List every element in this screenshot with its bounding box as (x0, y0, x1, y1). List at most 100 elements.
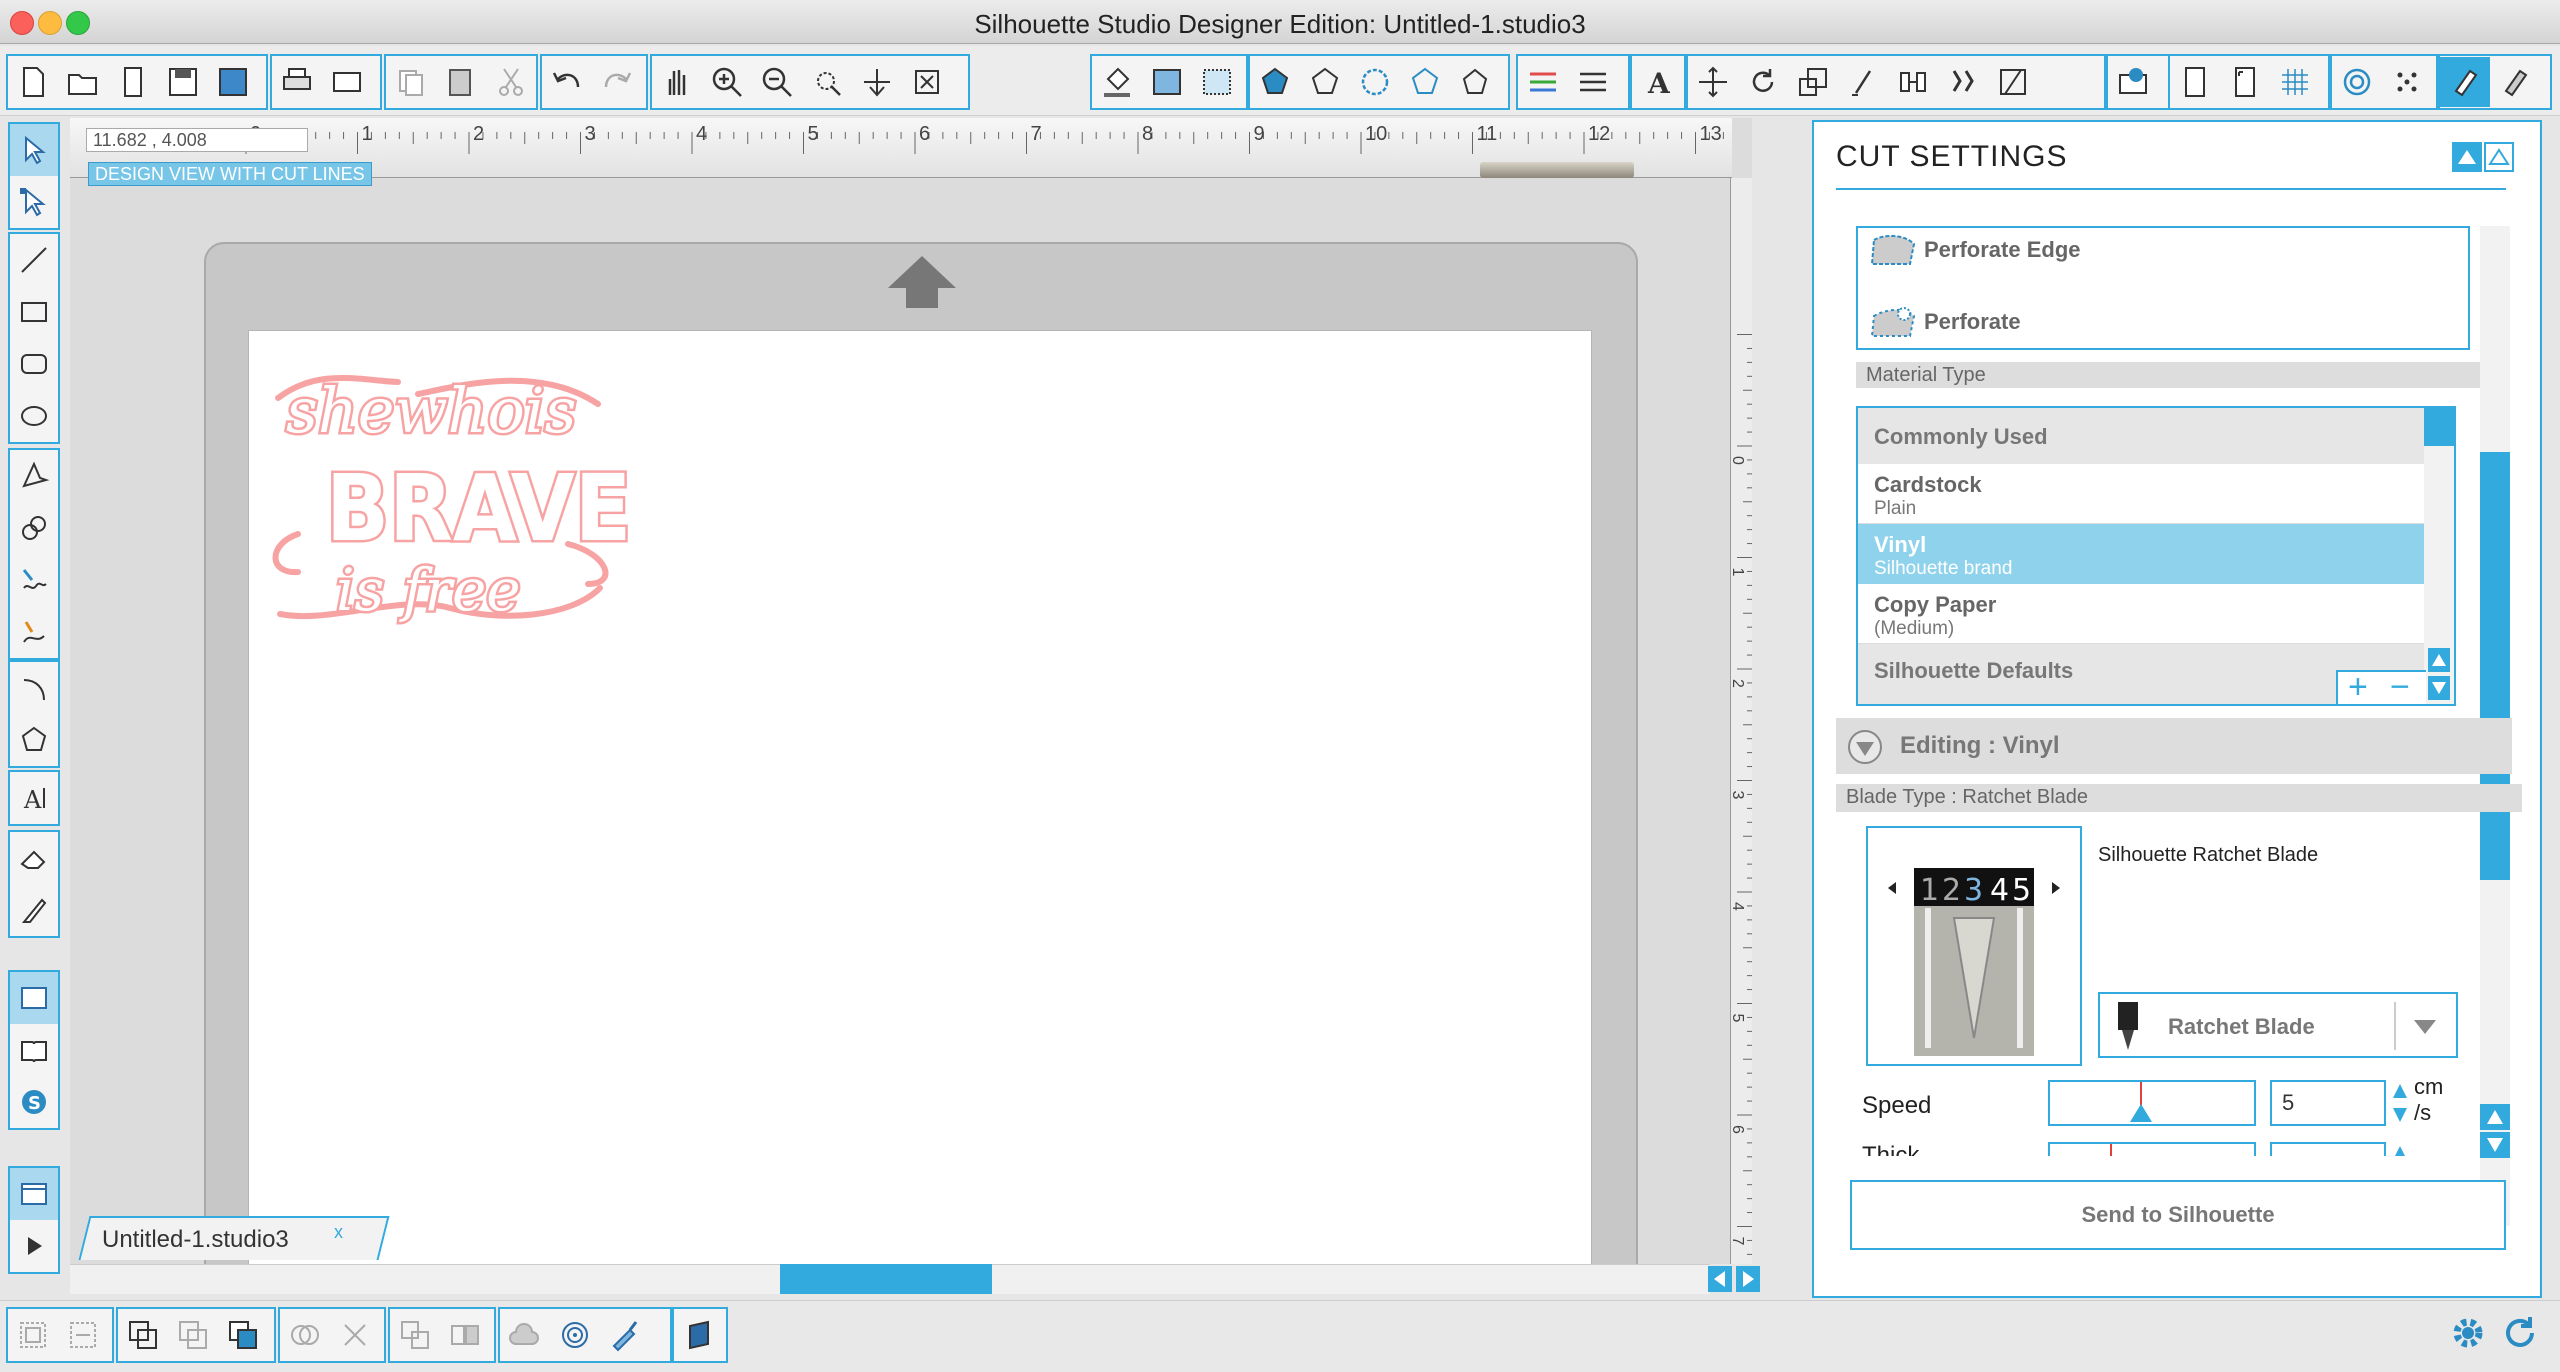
collapse-editing-icon[interactable] (1846, 728, 1884, 766)
draw-arc-icon[interactable] (10, 662, 58, 714)
eraser-icon[interactable] (10, 832, 58, 884)
cut-style-perforate[interactable]: Perforate (1868, 300, 2021, 344)
release-compound-icon[interactable] (168, 1310, 218, 1360)
open-card-icon[interactable] (108, 57, 158, 107)
settings-gear-icon[interactable] (2448, 1313, 2488, 1353)
line-style-icon[interactable] (1300, 57, 1350, 107)
modify-icon[interactable] (1988, 57, 2038, 107)
draw-curve-icon[interactable] (10, 502, 58, 554)
mirror-icon[interactable] (440, 1310, 490, 1360)
cut-style-perforate-edge[interactable]: Perforate Edge (1868, 228, 2081, 272)
registration-marks-icon[interactable] (2220, 57, 2270, 107)
sync-icon[interactable] (2500, 1313, 2540, 1353)
panel-collapse-icon[interactable] (2452, 142, 2482, 172)
library-book-icon[interactable] (10, 1024, 58, 1076)
panel-detach-icon[interactable] (2484, 142, 2514, 172)
design-canvas[interactable]: 012345678910111213 11.682 , 4.008 DESIGN… (70, 118, 1752, 1264)
shear-icon[interactable] (1838, 57, 1888, 107)
duplicate-icon[interactable] (390, 1310, 440, 1360)
design-artwork[interactable]: shewhois BRAVE is free (268, 354, 634, 654)
sketch-icon[interactable] (1450, 57, 1500, 107)
weld-icon[interactable] (280, 1310, 330, 1360)
undo-icon[interactable] (542, 57, 592, 107)
scale-icon[interactable] (1788, 57, 1838, 107)
zoom-out-icon[interactable] (752, 57, 802, 107)
add-material-button[interactable]: + (2348, 668, 2368, 704)
knife-icon[interactable] (10, 884, 58, 936)
silhouette-store-icon[interactable]: S (10, 1076, 58, 1128)
save-to-library-icon[interactable] (208, 57, 258, 107)
delete-icon[interactable] (330, 1310, 380, 1360)
speed-input[interactable]: 5 (2270, 1080, 2386, 1126)
document-tab-close[interactable]: x (334, 1222, 343, 1243)
drag-zoom-icon[interactable] (852, 57, 902, 107)
material-scroll-down[interactable] (2428, 676, 2450, 700)
grid-icon[interactable] (2270, 57, 2320, 107)
text-style-icon[interactable]: A (1632, 57, 1682, 107)
cut-settings-icon[interactable] (2490, 57, 2540, 107)
panel-scroll-up-button[interactable] (2480, 1104, 2510, 1130)
trace-brush-icon[interactable] (600, 1310, 650, 1360)
scroll-right-button[interactable] (1736, 1266, 1760, 1292)
draw-ellipse-icon[interactable] (10, 390, 58, 442)
offset-icon[interactable] (1350, 57, 1400, 107)
material-scroll-up[interactable] (2428, 648, 2450, 672)
make-compound-icon[interactable] (118, 1310, 168, 1360)
draw-line-icon[interactable] (10, 234, 58, 286)
page-setup-icon[interactable] (2170, 57, 2220, 107)
panel-scroll-down-button[interactable] (2480, 1132, 2510, 1158)
ungroup-icon[interactable] (58, 1310, 108, 1360)
layers-icon[interactable] (674, 1310, 724, 1360)
play-icon[interactable] (10, 1220, 58, 1272)
send-to-silhouette-tab-icon[interactable] (2440, 57, 2490, 107)
pixscan-icon[interactable] (2382, 57, 2432, 107)
material-item-copy-paper[interactable]: Copy Paper (Medium) (1858, 584, 2424, 644)
horizontal-scroll-thumb[interactable] (780, 1264, 992, 1294)
paste-icon[interactable] (436, 57, 486, 107)
save-icon[interactable] (158, 57, 208, 107)
send-to-silhouette-button[interactable]: Send to Silhouette (1850, 1180, 2506, 1250)
material-item-vinyl[interactable]: Vinyl Silhouette brand (1858, 524, 2424, 584)
text-style-lines-icon[interactable] (1568, 57, 1618, 107)
panel-scroll-thumb[interactable] (2480, 452, 2510, 880)
redo-icon[interactable] (592, 57, 642, 107)
fill-pattern-icon[interactable] (1192, 57, 1242, 107)
fill-color-icon[interactable] (1092, 57, 1142, 107)
remove-material-button[interactable]: − (2390, 668, 2410, 704)
draw-rounded-rectangle-icon[interactable] (10, 338, 58, 390)
draw-rectangle-icon[interactable] (10, 286, 58, 338)
pan-hand-icon[interactable] (652, 57, 702, 107)
library-icon[interactable] (2108, 57, 2158, 107)
print-icon[interactable] (272, 57, 322, 107)
rotate-icon[interactable] (1738, 57, 1788, 107)
blade-select[interactable]: Ratchet Blade (2098, 992, 2458, 1058)
align-icon[interactable] (1888, 57, 1938, 107)
fit-to-page-icon[interactable] (902, 57, 952, 107)
material-scroll-thumb[interactable] (2424, 408, 2454, 446)
arrange-front-icon[interactable] (218, 1310, 268, 1360)
offset-target-icon[interactable] (550, 1310, 600, 1360)
thickness-input[interactable]: 10 (2270, 1142, 2386, 1156)
edit-points-icon[interactable] (10, 176, 58, 228)
print-and-cut-icon[interactable] (322, 57, 372, 107)
smooth-freehand-icon[interactable] (10, 606, 58, 658)
thickness-stepper[interactable] (2390, 1142, 2410, 1156)
editing-header[interactable]: Editing : Vinyl (1836, 718, 2512, 774)
trace-icon[interactable] (1400, 57, 1450, 107)
cut-scissors-icon[interactable] (486, 57, 536, 107)
select-arrow-icon[interactable] (10, 124, 58, 176)
scroll-left-button[interactable] (1708, 1266, 1732, 1292)
line-color-icon[interactable] (1250, 57, 1300, 107)
cloud-icon[interactable] (500, 1310, 550, 1360)
design-page-icon[interactable] (10, 972, 58, 1024)
design-view-icon[interactable] (10, 1168, 58, 1220)
replicate-icon[interactable] (1938, 57, 1988, 107)
line-types-icon[interactable] (1518, 57, 1568, 107)
speed-slider-thumb[interactable] (2128, 1102, 2154, 1124)
text-tool-icon[interactable]: A (10, 772, 58, 824)
speed-stepper[interactable] (2390, 1080, 2410, 1126)
speed-slider[interactable] (2048, 1080, 2256, 1126)
zoom-in-icon[interactable] (702, 57, 752, 107)
move-icon[interactable] (1688, 57, 1738, 107)
group-icon[interactable] (8, 1310, 58, 1360)
